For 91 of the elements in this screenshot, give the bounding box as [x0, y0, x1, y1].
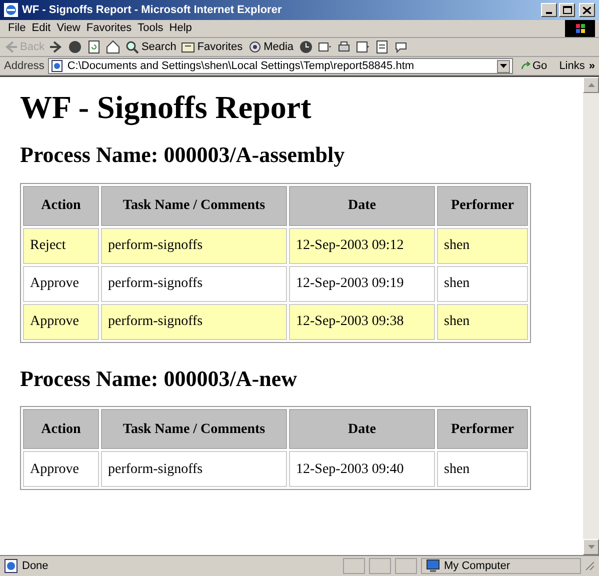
table-cell: 12-Sep-2003 09:12: [289, 228, 435, 264]
arrow-icon: [4, 40, 18, 54]
favorites-button[interactable]: Favorites: [181, 38, 243, 56]
clock-icon: [298, 40, 313, 54]
minimize-icon: [546, 12, 552, 14]
printer-icon: [336, 40, 351, 54]
status-pane: [343, 558, 365, 574]
table-cell: Approve: [23, 451, 99, 487]
column-header: Action: [23, 409, 99, 449]
table-cell: shen: [437, 304, 528, 340]
column-header: Action: [23, 186, 99, 226]
table-cell: perform-signoffs: [101, 266, 287, 302]
page-title: WF - Signoffs Report: [20, 88, 312, 127]
status-pane: [369, 558, 391, 574]
menu-item[interactable]: Favorites: [86, 20, 132, 37]
folder-icon: [181, 40, 196, 54]
table-cell: Reject: [23, 228, 99, 264]
scrollbar[interactable]: [583, 77, 599, 555]
section-heading: Process Name: 000003/A-new: [20, 364, 298, 392]
search-button[interactable]: Search: [125, 38, 176, 56]
address-text: C:\Documents and Settings\shen\Local Settings\Temp\report58845.htm: [67, 58, 416, 74]
table-cell: Approve: [23, 304, 99, 340]
scroll-down-button[interactable]: [583, 539, 599, 555]
page-icon: [356, 40, 370, 54]
maximize-icon: [562, 6, 572, 14]
print-button[interactable]: [336, 40, 351, 54]
table-cell: perform-signoffs: [101, 451, 287, 487]
menu-item[interactable]: Help: [169, 20, 192, 37]
column-header: Task Name / Comments: [101, 186, 287, 226]
table-cell: perform-signoffs: [101, 304, 287, 340]
minimize-button[interactable]: [541, 3, 557, 17]
mail-button[interactable]: [318, 40, 332, 54]
status-text: Done: [22, 558, 50, 574]
column-header: Date: [289, 186, 435, 226]
table-cell: shen: [437, 266, 528, 302]
arrow-icon: [49, 40, 64, 54]
messenger-button[interactable]: [394, 40, 408, 54]
envelope-icon: [318, 40, 332, 54]
menu-item[interactable]: Tools: [138, 20, 164, 37]
table-cell: perform-signoffs: [101, 228, 287, 264]
column-header: Date: [289, 409, 435, 449]
caret-icon: [588, 83, 594, 87]
menu-item[interactable]: Edit: [32, 20, 51, 37]
disc-icon: [248, 40, 262, 54]
discuss-button[interactable]: [374, 40, 389, 54]
table-cell: 12-Sep-2003 09:40: [289, 451, 435, 487]
window-title: WF - Signoffs Report - Microsoft Internet Explorer: [22, 2, 282, 18]
go-button[interactable]: Go: [516, 58, 552, 74]
column-header: Task Name / Comments: [101, 409, 287, 449]
edit-button[interactable]: [356, 40, 370, 54]
close-button[interactable]: [579, 3, 595, 17]
zone-text: My Computer: [444, 558, 510, 574]
column-header: Performer: [437, 186, 528, 226]
caret-icon: [500, 64, 506, 68]
search-icon: [125, 40, 140, 54]
table-cell: shen: [437, 228, 528, 264]
table-cell: 12-Sep-2003 09:19: [289, 266, 435, 302]
address-field[interactable]: C:\Documents and Settings\shen\Local Settings\Temp\report58845.htm: [48, 58, 512, 74]
history-button[interactable]: [298, 40, 313, 54]
status-pane: [395, 558, 417, 574]
table-cell: shen: [437, 451, 528, 487]
page-icon: [4, 559, 18, 573]
home-button[interactable]: [106, 40, 120, 54]
dropdown-button[interactable]: [496, 60, 510, 72]
speech-bubble-icon: [394, 40, 408, 54]
maximize-button[interactable]: [559, 3, 575, 17]
address-label: Address: [4, 58, 44, 74]
column-header: Performer: [437, 409, 528, 449]
house-icon: [106, 40, 120, 54]
refresh-button[interactable]: [87, 40, 102, 54]
windows-logo-icon: [565, 20, 595, 37]
page-icon: [87, 40, 102, 54]
forward-button[interactable]: [49, 40, 64, 54]
caret-icon: [588, 545, 594, 549]
page-icon: [374, 40, 389, 54]
table-cell: Approve: [23, 266, 99, 302]
close-icon: [583, 6, 591, 14]
page-icon: [51, 60, 64, 72]
scroll-up-button[interactable]: [583, 77, 599, 93]
resize-grip-icon: [585, 561, 595, 571]
stop-button[interactable]: [68, 40, 82, 54]
media-button[interactable]: Media: [248, 38, 294, 56]
links-button[interactable]: Links: [555, 58, 589, 74]
menu-item[interactable]: File: [8, 20, 26, 37]
table-cell: 12-Sep-2003 09:38: [289, 304, 435, 340]
more-chevron[interactable]: »: [588, 58, 595, 74]
section-heading: Process Name: 000003/A-assembly: [20, 141, 346, 168]
menu-item[interactable]: View: [56, 20, 80, 37]
computer-icon: [426, 559, 440, 573]
circle-icon: [68, 40, 82, 54]
arrow-icon: [520, 61, 530, 71]
